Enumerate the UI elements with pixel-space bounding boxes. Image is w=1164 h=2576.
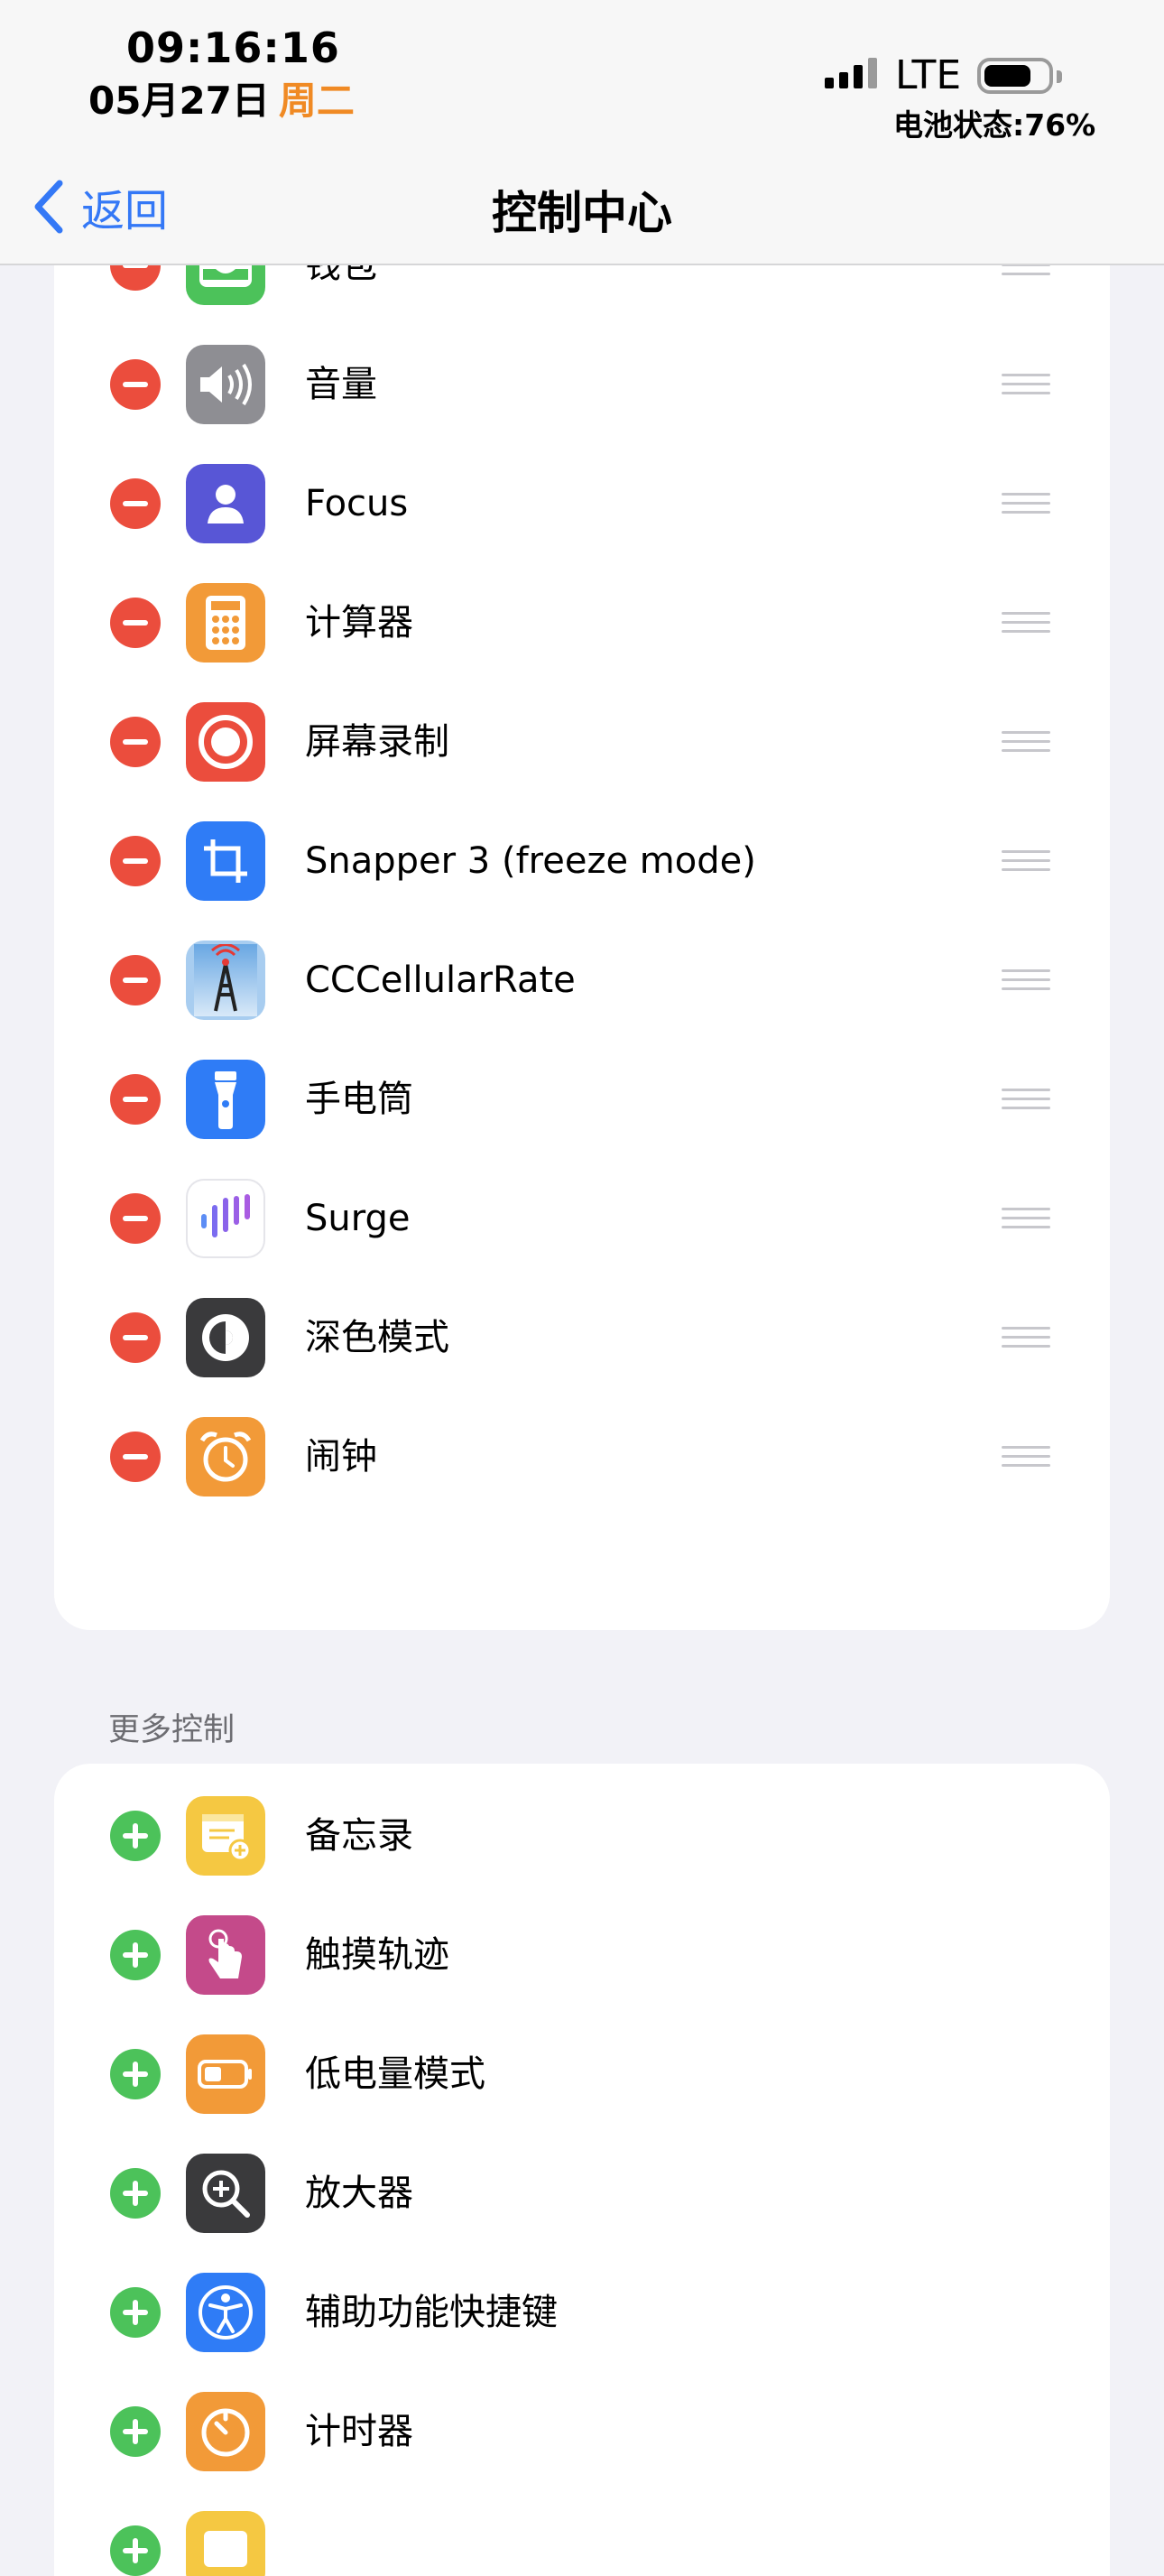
more-control-row (54, 2491, 1110, 2576)
more-control-row: 计时器 (54, 2372, 1110, 2491)
remove-control-button[interactable] (110, 598, 161, 648)
included-control-row: 闹钟 (54, 1397, 1110, 1516)
status-weekday: 周二 (278, 79, 355, 123)
included-controls-list: 方向锁定钱包音量Focus计算器屏幕录制Snapper 3 (freeze mo… (54, 144, 1110, 1630)
reorder-handle[interactable] (1002, 374, 1050, 395)
status-date: 05月27日 周二 (88, 70, 355, 125)
more-control-row: 触摸轨迹 (54, 1895, 1110, 2015)
timer-icon (186, 2392, 265, 2471)
accessibility-icon (186, 2273, 265, 2352)
magnifier-icon (186, 2154, 265, 2233)
reorder-handle[interactable] (1002, 969, 1050, 991)
control-label: 屏幕录制 (305, 721, 449, 763)
remove-control-button[interactable] (110, 955, 161, 1005)
included-control-row: 音量 (54, 325, 1110, 444)
add-control-button[interactable] (110, 2525, 161, 2576)
more-controls-list: 备忘录触摸轨迹低电量模式放大器辅助功能快捷键 计时器 (54, 1764, 1110, 2576)
remove-control-button[interactable] (110, 836, 161, 886)
control-label: 低电量模式 (305, 2053, 485, 2095)
cellular-signal-icon (825, 58, 877, 88)
screen-record-icon (186, 702, 265, 782)
add-control-button[interactable] (110, 2049, 161, 2099)
remove-control-button[interactable] (110, 1432, 161, 1482)
control-label: 音量 (305, 364, 377, 405)
battery-fill (984, 65, 1030, 87)
reorder-handle[interactable] (1002, 1208, 1050, 1229)
included-control-row: 屏幕录制 (54, 682, 1110, 802)
reorder-handle[interactable] (1002, 731, 1050, 753)
control-label: Focus (305, 483, 409, 524)
remove-control-button[interactable] (110, 478, 161, 529)
reorder-handle[interactable] (1002, 1446, 1050, 1468)
more-controls-header: 更多控制 (108, 1712, 236, 1748)
included-control-row: 深色模式 (54, 1278, 1110, 1397)
more-control-row: 放大器 (54, 2134, 1110, 2253)
control-label: 触摸轨迹 (305, 1934, 449, 1976)
battery-status-text: 电池状态:76% (893, 107, 1096, 143)
reorder-handle[interactable] (1002, 612, 1050, 634)
alarm-clock-icon (186, 1417, 265, 1496)
network-type: LTE (895, 52, 962, 98)
control-label: Snapper 3 (freeze mode) (305, 840, 756, 882)
person-icon (186, 464, 265, 543)
crop-square-icon (186, 821, 265, 901)
battery-icon (977, 58, 1062, 94)
speaker-icon (186, 345, 265, 424)
quick-note-icon (186, 2511, 265, 2576)
control-label: 计算器 (305, 602, 413, 644)
included-control-row: 计算器 (54, 563, 1110, 682)
surge-waveform-icon (186, 1179, 265, 1258)
reorder-handle[interactable] (1002, 1089, 1050, 1110)
included-control-row: Surge (54, 1159, 1110, 1278)
notes-add-icon (186, 1796, 265, 1876)
remove-control-button[interactable] (110, 717, 161, 767)
add-control-button[interactable] (110, 2406, 161, 2457)
add-control-button[interactable] (110, 1930, 161, 1980)
top-bar: 09:16:16 05月27日 周二 LTE 电池状态:76% 返回 控制中心 (0, 0, 1164, 265)
dark-mode-icon (186, 1298, 265, 1377)
reorder-handle[interactable] (1002, 1327, 1050, 1348)
included-control-row: 手电筒 (54, 1040, 1110, 1159)
add-control-button[interactable] (110, 2287, 161, 2338)
hand-tap-icon (186, 1915, 265, 1995)
remove-control-button[interactable] (110, 1193, 161, 1244)
control-label: 深色模式 (305, 1317, 449, 1358)
add-control-button[interactable] (110, 1811, 161, 1861)
control-label: 放大器 (305, 2173, 413, 2214)
more-control-row: 辅助功能快捷键 (54, 2253, 1110, 2372)
status-time: 09:16:16 (126, 23, 340, 72)
included-control-row: CCCellularRate (54, 921, 1110, 1040)
control-label: CCCellularRate (305, 959, 576, 1001)
more-control-row: 低电量模式 (54, 2015, 1110, 2134)
control-label: 辅助功能快捷键 (305, 2292, 558, 2333)
control-label: 闹钟 (305, 1436, 377, 1478)
remove-control-button[interactable] (110, 359, 161, 410)
included-control-row: Snapper 3 (freeze mode) (54, 802, 1110, 921)
more-control-row: 备忘录 (54, 1776, 1110, 1895)
reorder-handle[interactable] (1002, 493, 1050, 514)
control-label: Surge (305, 1198, 411, 1239)
reorder-handle[interactable] (1002, 850, 1050, 872)
included-control-row: Focus (54, 444, 1110, 563)
remove-control-button[interactable] (110, 1074, 161, 1125)
calculator-icon (186, 583, 265, 663)
control-label: 计时器 (305, 2411, 413, 2452)
page-title: 控制中心 (492, 187, 672, 239)
add-control-button[interactable] (110, 2168, 161, 2219)
flashlight-icon (186, 1060, 265, 1139)
cell-tower-icon (186, 941, 265, 1020)
status-date-text: 05月27日 (88, 79, 270, 123)
remove-control-button[interactable] (110, 1312, 161, 1363)
control-label: 备忘录 (305, 1815, 413, 1857)
low-battery-icon (186, 2034, 265, 2114)
control-label: 手电筒 (305, 1079, 413, 1120)
